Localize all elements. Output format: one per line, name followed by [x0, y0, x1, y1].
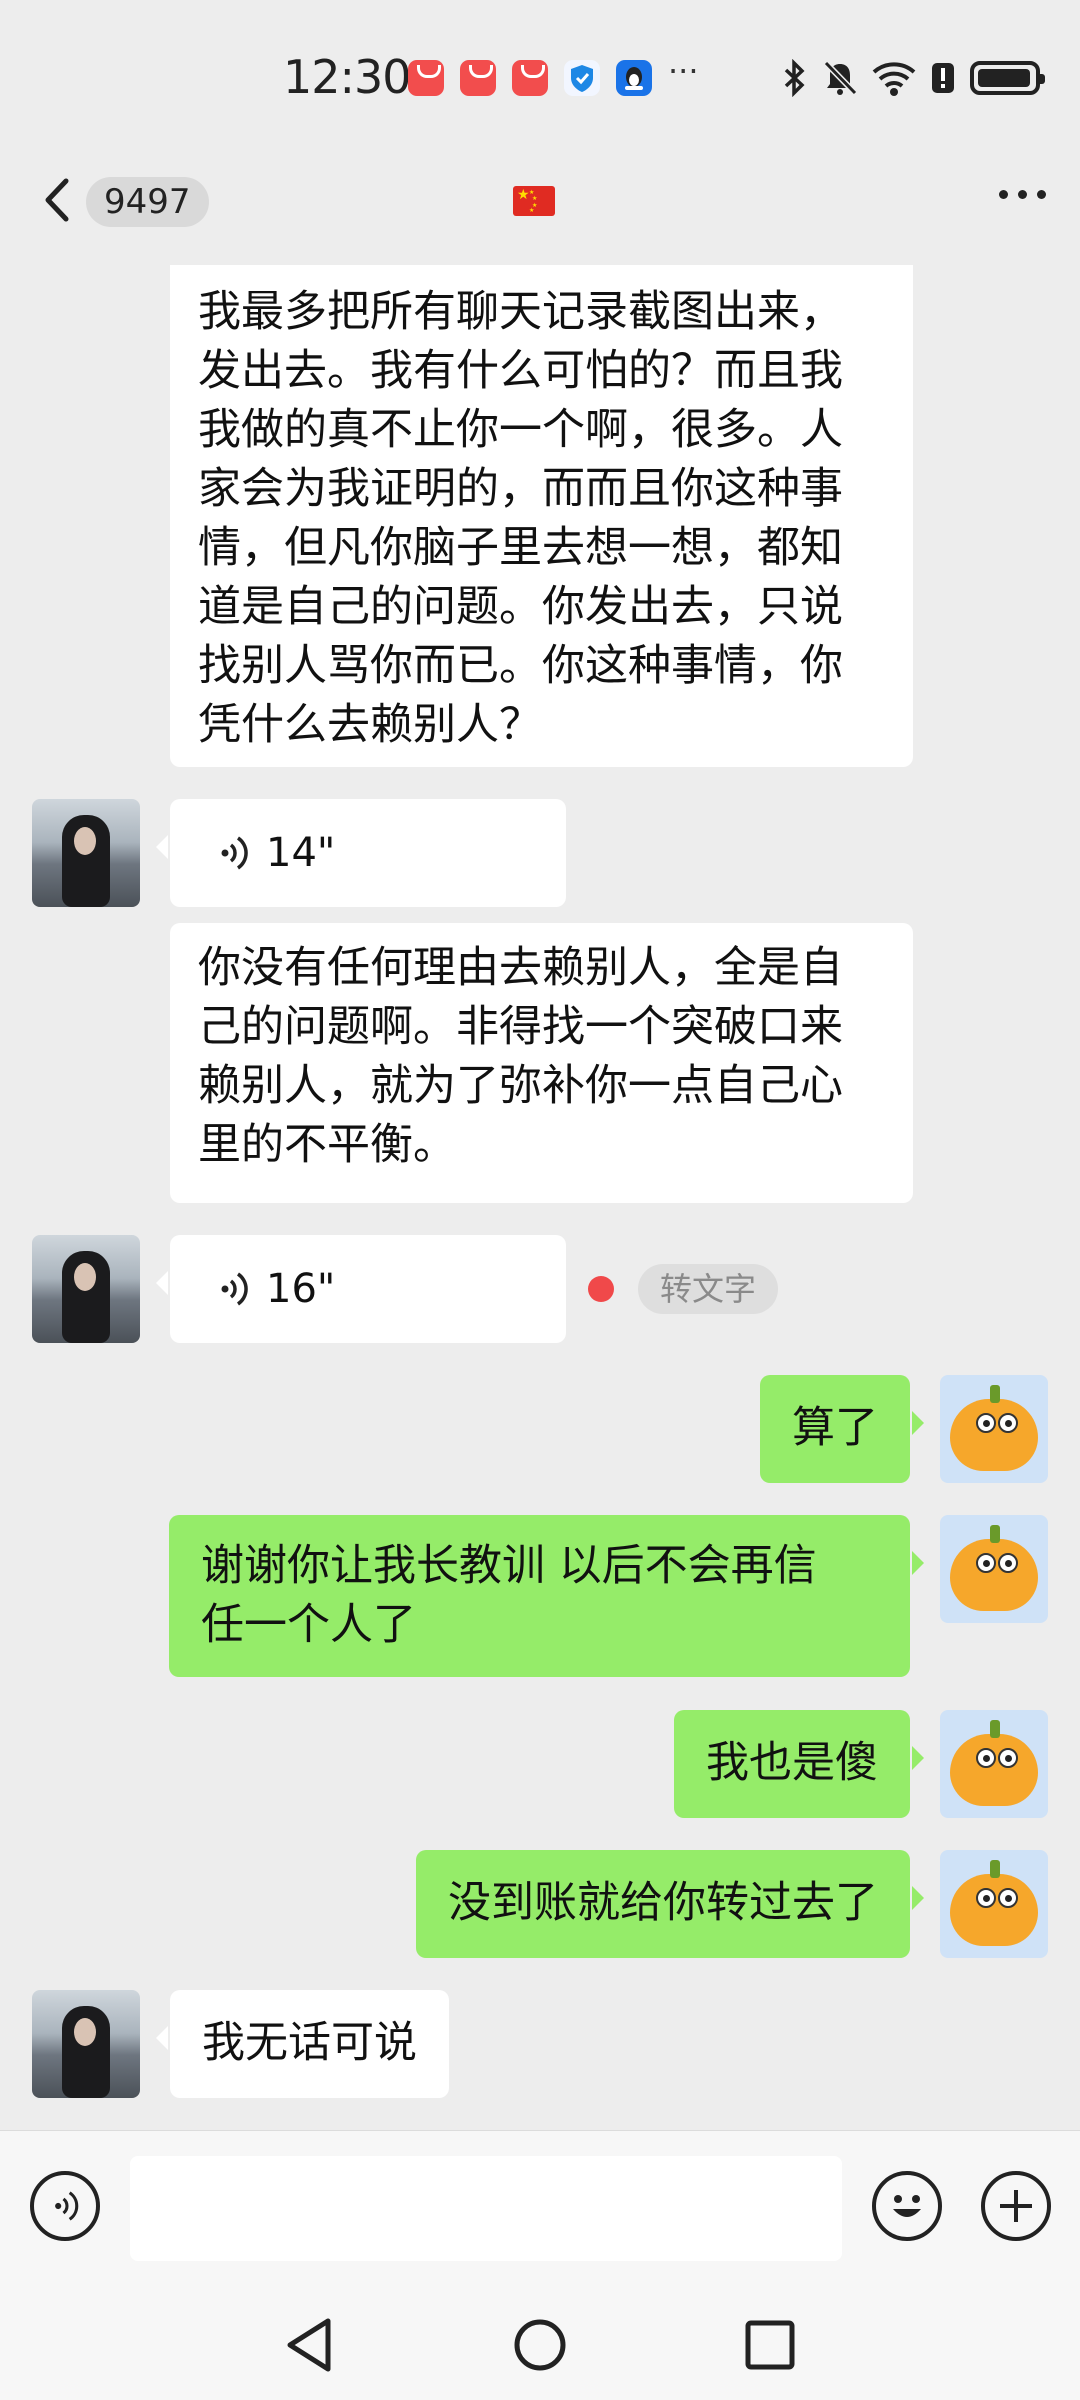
message-text: 我无话可说 — [202, 2018, 417, 2068]
convert-to-text-button[interactable]: 转文字 — [638, 1264, 779, 1314]
message-line: 家会为我证明的，而而且你这种事 — [198, 464, 843, 514]
mute-icon — [823, 60, 858, 96]
my-avatar[interactable] — [940, 1850, 1048, 1958]
message-bubble-received[interactable]: 我无话可说 — [156, 1990, 449, 2098]
message-bubble-sent[interactable]: 没到账就给你转过去了 — [416, 1850, 924, 1958]
qq-icon — [616, 60, 652, 96]
more-notifications-icon: ··· — [668, 52, 699, 90]
pumpkin-avatar-icon — [950, 1525, 1038, 1611]
pumpkin-avatar-icon — [950, 1385, 1038, 1471]
message-text: 我也是傻 — [706, 1738, 878, 1788]
message-line: 你没有任何理由去赖别人，全是自 — [198, 943, 843, 993]
unread-count-badge[interactable]: 9497 — [86, 177, 209, 227]
my-avatar[interactable] — [940, 1515, 1048, 1623]
message-text: 算了 — [792, 1403, 878, 1453]
more-options-button[interactable] — [999, 190, 1046, 199]
message-bubble-sent[interactable]: 算了 — [760, 1375, 924, 1483]
message-line: 己的问题啊。非得找一个突破口来 — [198, 1002, 843, 1052]
message-bubble-sent[interactable]: 谢谢你让我长教训 以后不会再信 任一个人了 — [169, 1515, 924, 1677]
message-line: 发出去。我有什么可怕的？而且我 — [198, 346, 843, 396]
voice-input-button[interactable] — [30, 2171, 100, 2241]
smiley-icon — [893, 2195, 921, 2217]
message-input[interactable] — [130, 2156, 842, 2261]
input-bar — [0, 2130, 1080, 2291]
message-line: 里的不平衡。 — [198, 1120, 456, 1170]
pumpkin-avatar-icon — [950, 1860, 1038, 1946]
system-icons — [782, 58, 1045, 98]
message-line: 我最多把所有聊天记录截图出来， — [198, 287, 843, 337]
chat-header: 9497 ★ ★ ★ ★ ★ — [0, 150, 1080, 265]
voice-duration: 14" — [266, 829, 336, 876]
more-dot-icon — [1018, 190, 1027, 199]
voice-wave-icon — [55, 2191, 79, 2221]
contact-avatar[interactable] — [32, 1990, 140, 2098]
back-arrow-icon[interactable] — [38, 175, 78, 225]
message-line: 情，但凡你脑子里去想一想，都知 — [198, 523, 843, 573]
contact-avatar[interactable] — [32, 1235, 140, 1343]
alert-icon — [932, 63, 954, 93]
nav-back-icon[interactable] — [282, 2315, 338, 2375]
pumpkin-avatar-icon — [950, 1720, 1038, 1806]
huawei-appgallery-icon — [408, 60, 444, 96]
china-flag-icon: ★ ★ ★ ★ ★ — [513, 186, 555, 216]
contact-avatar[interactable] — [32, 799, 140, 907]
wifi-icon — [872, 62, 916, 96]
system-navigation-bar — [0, 2290, 1080, 2400]
message-line: 凭什么去赖别人？ — [198, 700, 542, 750]
nav-recents-icon[interactable] — [742, 2315, 798, 2375]
message-list[interactable]: 我最多把所有聊天记录截图出来， 发出去。我有什么可怕的？而且我 我做的真不止你一… — [0, 265, 1080, 2130]
message-line: 谢谢你让我长教训 以后不会再信 — [201, 1541, 817, 1591]
more-dot-icon — [999, 190, 1008, 199]
my-avatar[interactable] — [940, 1375, 1048, 1483]
message-line: 任一个人了 — [201, 1600, 416, 1650]
message-bubble-received[interactable]: 我最多把所有聊天记录截图出来， 发出去。我有什么可怕的？而且我 我做的真不止你一… — [170, 265, 913, 767]
bluetooth-icon — [784, 59, 805, 97]
voice-message-bubble[interactable]: 16" — [156, 1235, 566, 1343]
status-bar: 12:30 ··· — [0, 0, 1080, 150]
message-line: 道是自己的问题。你发出去，只说 — [198, 582, 843, 632]
my-avatar[interactable] — [940, 1710, 1048, 1818]
emoji-button[interactable] — [872, 2171, 942, 2241]
message-bubble-sent[interactable]: 我也是傻 — [674, 1710, 924, 1818]
message-line: 找别人骂你而已。你这种事情，你 — [198, 641, 843, 691]
huawei-appgallery-icon — [512, 60, 548, 96]
voice-message-bubble[interactable]: 14" — [156, 799, 566, 907]
add-more-button[interactable] — [981, 2171, 1051, 2241]
message-text: 没到账就给你转过去了 — [448, 1878, 878, 1928]
unread-voice-dot — [588, 1276, 614, 1302]
message-text-cutoff-line — [198, 265, 212, 274]
shield-icon — [564, 60, 600, 96]
voice-wave-icon — [221, 836, 248, 870]
voice-duration: 16" — [266, 1265, 336, 1312]
more-dot-icon — [1037, 190, 1046, 199]
voice-wave-icon — [221, 1272, 248, 1306]
message-line: 赖别人，就为了弥补你一点自己心 — [198, 1061, 843, 1111]
message-line: 我做的真不止你一个啊，很多。人 — [198, 405, 843, 455]
message-bubble-received[interactable]: 你没有任何理由去赖别人，全是自 己的问题啊。非得找一个突破口来 赖别人，就为了弥… — [170, 923, 913, 1203]
battery-icon — [970, 61, 1045, 95]
status-time: 12:30 — [283, 50, 412, 104]
nav-home-icon[interactable] — [512, 2315, 568, 2375]
huawei-appgallery-icon — [460, 60, 496, 96]
